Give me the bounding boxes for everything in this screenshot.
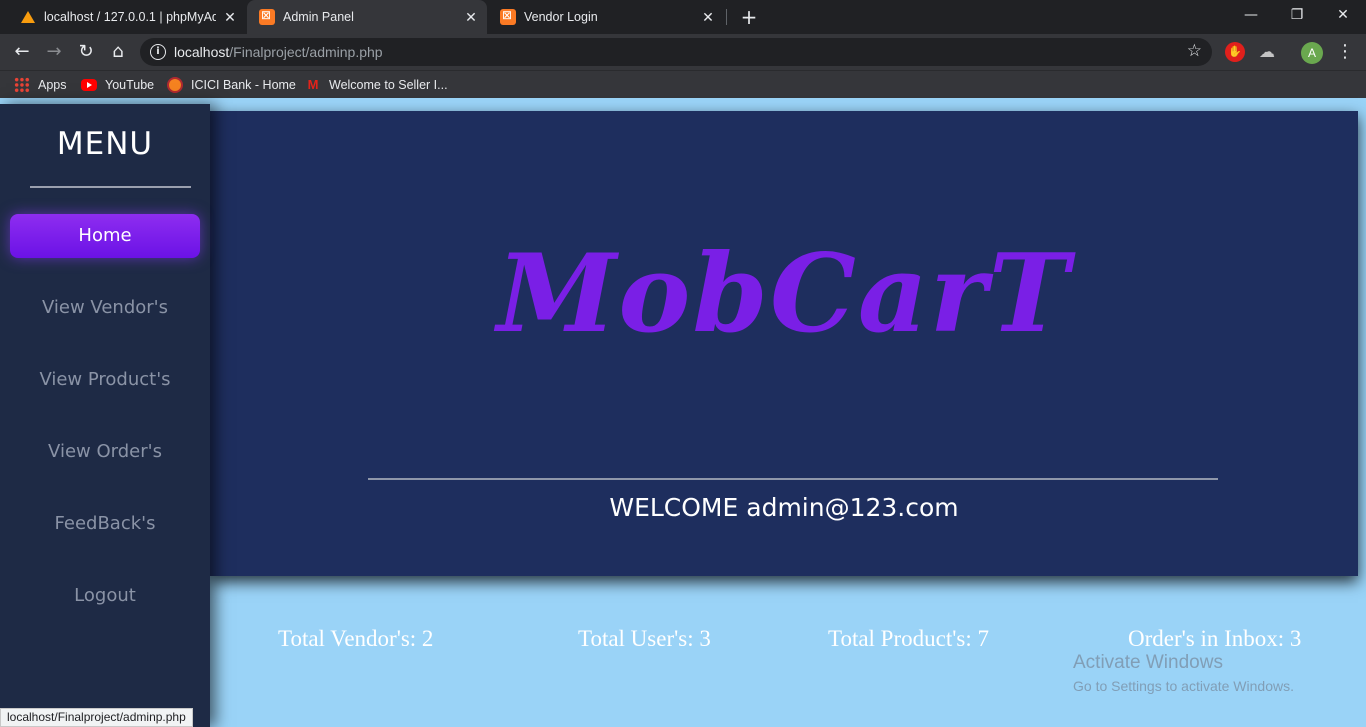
sidebar-item-view-vendors[interactable]: View Vendor's bbox=[10, 286, 200, 330]
browser-tab-strip: localhost / 127.0.0.1 | phpMyAdmi ✕ Admi… bbox=[0, 0, 1366, 34]
apps-grid-icon bbox=[14, 77, 30, 93]
address-bar[interactable]: i localhost/Finalproject/adminp.php ☆ bbox=[140, 38, 1212, 66]
tab-title: Admin Panel bbox=[283, 10, 354, 24]
link-status-bar: localhost/Finalproject/adminp.php bbox=[0, 708, 193, 727]
stat-total-vendors: Total Vendor's: 2 bbox=[278, 626, 434, 651]
sidebar-item-view-orders[interactable]: View Order's bbox=[10, 430, 200, 474]
extension-incognito-icon[interactable]: ☁ bbox=[1257, 42, 1277, 62]
windows-activation-watermark: Activate Windows Go to Settings to activ… bbox=[1073, 652, 1294, 694]
info-icon[interactable]: i bbox=[150, 44, 166, 60]
tab-admin-panel[interactable]: Admin Panel ✕ bbox=[247, 0, 487, 34]
bookmark-icici[interactable]: ICICI Bank - Home bbox=[167, 76, 296, 94]
welcome-text: WELCOME admin@123.com bbox=[609, 493, 959, 522]
bookmark-seller[interactable]: M Welcome to Seller I... bbox=[305, 76, 448, 94]
bookmark-youtube[interactable]: YouTube bbox=[81, 76, 154, 94]
stat-orders-inbox: Order's in Inbox: 3 bbox=[1128, 626, 1302, 651]
close-icon[interactable]: ✕ bbox=[222, 9, 238, 25]
bookmarks-bar: Apps YouTube ICICI Bank - Home M Welcome… bbox=[0, 70, 1366, 98]
watermark-title: Activate Windows bbox=[1073, 652, 1223, 673]
window-close-button[interactable]: ✕ bbox=[1320, 0, 1366, 30]
forward-button[interactable]: → bbox=[42, 40, 66, 64]
profile-avatar[interactable]: A bbox=[1301, 42, 1323, 64]
close-icon[interactable]: ✕ bbox=[700, 9, 716, 25]
tab-phpmyadmin[interactable]: localhost / 127.0.0.1 | phpMyAdmi ✕ bbox=[8, 0, 246, 34]
menu-divider bbox=[30, 186, 191, 188]
back-button[interactable]: ← bbox=[10, 40, 34, 64]
m-logo-icon: M bbox=[307, 77, 319, 92]
xampp-icon bbox=[500, 8, 516, 25]
restore-button[interactable]: ❐ bbox=[1274, 0, 1320, 30]
browser-toolbar: ← → ↻ ⌂ i localhost/Finalproject/adminp.… bbox=[0, 34, 1366, 70]
tab-vendor-login[interactable]: Vendor Login ✕ bbox=[488, 0, 724, 34]
new-tab-button[interactable]: + bbox=[738, 6, 760, 28]
sidebar: MENU Home View Vendor's View Product's V… bbox=[0, 104, 210, 727]
youtube-icon bbox=[81, 79, 97, 91]
sidebar-item-logout[interactable]: Logout bbox=[10, 574, 200, 618]
hero-panel: MobCarT WELCOME admin@123.com bbox=[210, 111, 1358, 576]
phpmyadmin-icon bbox=[20, 9, 36, 25]
xampp-icon bbox=[259, 8, 275, 25]
stat-total-users: Total User's: 3 bbox=[578, 626, 711, 651]
close-icon[interactable]: ✕ bbox=[463, 9, 479, 25]
home-button[interactable]: ⌂ bbox=[106, 40, 130, 64]
watermark-subtitle: Go to Settings to activate Windows. bbox=[1073, 678, 1294, 694]
stat-total-products: Total Product's: 7 bbox=[828, 626, 989, 651]
sidebar-item-view-products[interactable]: View Product's bbox=[10, 358, 200, 402]
tab-title: localhost / 127.0.0.1 | phpMyAdmi bbox=[44, 10, 216, 24]
hero-divider bbox=[368, 478, 1218, 480]
extension-stop-icon[interactable]: ✋ bbox=[1225, 42, 1245, 62]
sidebar-item-home[interactable]: Home bbox=[10, 214, 200, 258]
tab-separator bbox=[726, 9, 727, 25]
sidebar-item-feedbacks[interactable]: FeedBack's bbox=[10, 502, 200, 546]
url-text: localhost/Finalproject/adminp.php bbox=[174, 44, 383, 60]
bookmark-apps[interactable]: Apps bbox=[14, 76, 67, 94]
menu-title: MENU bbox=[56, 126, 154, 162]
bookmark-star-icon[interactable]: ☆ bbox=[1187, 41, 1202, 61]
kebab-menu-icon[interactable]: ⋮ bbox=[1336, 40, 1354, 64]
minimize-button[interactable]: — bbox=[1228, 0, 1274, 30]
reload-button[interactable]: ↻ bbox=[74, 40, 98, 64]
brand-logo: MobCarT bbox=[496, 231, 1072, 357]
tab-title: Vendor Login bbox=[524, 10, 598, 24]
icici-icon bbox=[167, 77, 183, 93]
